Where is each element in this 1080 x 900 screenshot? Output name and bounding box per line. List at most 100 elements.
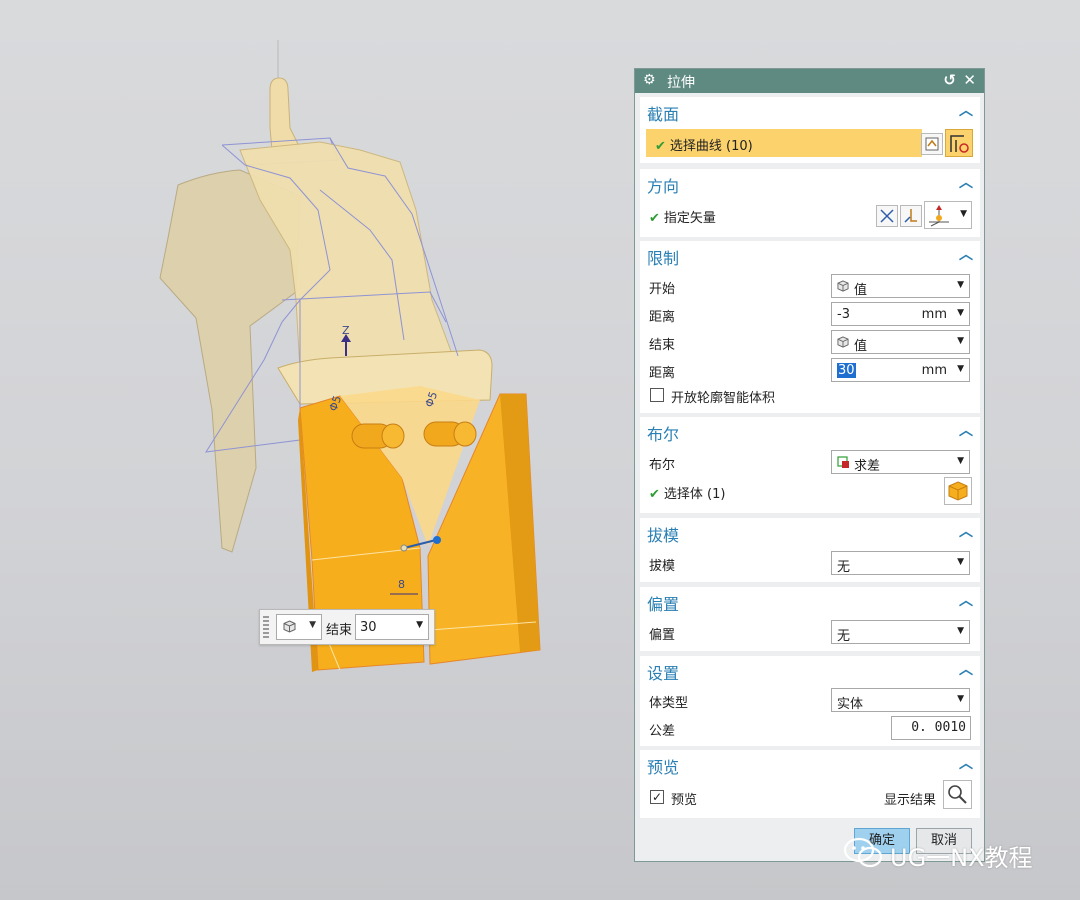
curve-icon — [950, 135, 969, 153]
offset-row: 偏置 无 ▼ — [640, 618, 980, 646]
offset-select[interactable]: 无 ▼ — [831, 620, 970, 644]
section-header[interactable]: 截面 ︿ — [640, 97, 980, 124]
cube-icon — [837, 336, 849, 348]
collapse-icon[interactable]: ︿ — [959, 659, 973, 679]
cube-icon — [837, 280, 849, 292]
preview-row: ✓ 预览 显示结果 — [650, 790, 937, 808]
end-value-input[interactable]: 30 ▼ — [355, 614, 429, 640]
end-row: 结束 值 ▼ — [640, 328, 980, 356]
draft-header[interactable]: 拔模 ︿ — [640, 518, 980, 545]
open-profile-checkbox[interactable] — [650, 388, 664, 402]
watermark: UG一NX教程 — [842, 836, 1033, 872]
draft-select[interactable]: 无 ▼ — [831, 551, 970, 575]
offset-header[interactable]: 偏置 ︿ — [640, 587, 980, 614]
sketch-icon — [925, 137, 939, 151]
collapse-icon[interactable]: ︿ — [959, 590, 973, 610]
end-label: 结束 — [326, 623, 353, 638]
z-axis-label: Z — [342, 324, 350, 337]
direction-group: 方向 ︿ ✔ 指定矢量 ▼ — [640, 169, 980, 237]
end-distance-input[interactable]: 30 mm ▼ — [831, 358, 970, 382]
section-group: 截面 ︿ ✔ 选择曲线 (10) — [640, 97, 980, 163]
vector-dialog-button[interactable] — [900, 205, 922, 227]
gear-icon: ⚙ — [643, 72, 656, 88]
cube-icon — [283, 620, 296, 633]
select-body-button[interactable] — [944, 477, 972, 505]
chevron-down-icon[interactable]: ▼ — [957, 364, 964, 374]
preview-checkbox[interactable]: ✓ — [650, 790, 664, 804]
dialog-title-bar[interactable]: ⚙ 拉伸 ↺ ✕ — [635, 69, 984, 93]
draft-row: 拔模 无 ▼ — [640, 549, 980, 577]
chevron-down-icon[interactable]: ▼ — [416, 620, 423, 630]
solid-body-icon — [948, 481, 968, 501]
chevron-down-icon: ▼ — [960, 209, 967, 219]
reverse-direction-button[interactable] — [876, 205, 898, 227]
select-curve-row[interactable]: ✔ 选择曲线 (10) — [646, 129, 922, 157]
offset-group: 偏置 ︿ 偏置 无 ▼ — [640, 587, 980, 651]
reverse-direction-icon — [880, 209, 894, 223]
drag-handle[interactable] — [433, 536, 441, 544]
start-distance-row: 距离 -3 mm ▼ — [640, 300, 980, 328]
subtract-icon — [837, 456, 849, 468]
value-type-dropdown[interactable]: ▼ — [276, 614, 322, 640]
chevron-down-icon: ▼ — [957, 280, 964, 290]
boolean-group: 布尔 ︿ 布尔 求差 ▼ ✔ 选择体 (1) — [640, 417, 980, 513]
dialog-title: 拉伸 — [667, 75, 695, 91]
tolerance-input[interactable]: 0. 0010 — [891, 716, 971, 740]
drag-grip[interactable] — [263, 616, 269, 638]
start-type-select[interactable]: 值 ▼ — [831, 274, 970, 298]
vector-type-dropdown[interactable]: ▼ — [924, 201, 972, 229]
limits-header[interactable]: 限制 ︿ — [640, 241, 980, 268]
vector-icon — [904, 209, 917, 223]
collapse-icon[interactable]: ︿ — [959, 420, 973, 440]
axis-vector-icon — [929, 205, 949, 227]
body-type-row: 体类型 实体 ▼ — [640, 686, 980, 714]
chevron-down-icon: ▼ — [957, 456, 964, 466]
limits-group: 限制 ︿ 开始 值 ▼ 距离 -3 mm ▼ 结束 值 ▼ 距离 30 mm ▼… — [640, 241, 980, 413]
close-icon[interactable]: ✕ — [963, 71, 976, 89]
chevron-down-icon: ▼ — [957, 694, 964, 704]
end-distance-row: 距离 30 mm ▼ — [640, 356, 980, 384]
open-profile-row: 开放轮廓智能体积 — [640, 382, 980, 410]
tolerance-row: 公差 0. 0010 — [640, 714, 980, 742]
direction-header[interactable]: 方向 ︿ — [640, 169, 980, 196]
dimension-bottom: 8 — [398, 578, 405, 591]
check-icon: ✔ — [655, 139, 666, 154]
check-icon: ✔ — [649, 211, 660, 226]
handle-origin — [400, 544, 408, 552]
onscreen-input-bar[interactable]: ▼ 结束 30 ▼ — [259, 609, 435, 645]
end-type-select[interactable]: 值 ▼ — [831, 330, 970, 354]
collapse-icon[interactable]: ︿ — [959, 244, 973, 264]
curve-button[interactable] — [945, 129, 973, 157]
collapse-icon[interactable]: ︿ — [959, 753, 973, 773]
settings-header[interactable]: 设置 ︿ — [640, 656, 980, 683]
sketch-section-button[interactable] — [921, 133, 943, 155]
chevron-down-icon: ▼ — [957, 336, 964, 346]
magnifier-icon — [948, 785, 967, 804]
wechat-icon — [843, 837, 883, 868]
hook-tab — [269, 77, 301, 151]
select-body-row: ✔ 选择体 (1) — [649, 487, 726, 502]
extrude-dialog: ⚙ 拉伸 ↺ ✕ 截面 ︿ ✔ 选择曲线 (10) 方向 ︿ ✔ 指定矢量 ▼ … — [634, 68, 985, 862]
collapse-icon[interactable]: ︿ — [959, 100, 973, 120]
show-result-label: 显示结果 — [884, 793, 937, 808]
preview-header[interactable]: 预览 ︿ — [640, 750, 980, 777]
chevron-down-icon: ▼ — [309, 620, 316, 630]
collapse-icon[interactable]: ︿ — [959, 521, 973, 541]
collapse-icon[interactable]: ︿ — [959, 172, 973, 192]
boolean-header[interactable]: 布尔 ︿ — [640, 417, 980, 444]
chevron-down-icon[interactable]: ▼ — [957, 308, 964, 318]
chevron-down-icon: ▼ — [957, 626, 964, 636]
boolean-select[interactable]: 求差 ▼ — [831, 450, 970, 474]
boolean-row: 布尔 求差 ▼ — [640, 448, 980, 476]
start-row: 开始 值 ▼ — [640, 272, 980, 300]
show-result-button[interactable] — [943, 780, 972, 809]
body-type-select[interactable]: 实体 ▼ — [831, 688, 970, 712]
preview-group: 预览 ︿ ✓ 预览 显示结果 — [640, 750, 980, 818]
watermark-text: UG一NX教程 — [890, 844, 1033, 872]
draft-group: 拔模 ︿ 拔模 无 ▼ — [640, 518, 980, 582]
check-icon: ✔ — [649, 487, 660, 502]
chevron-down-icon: ▼ — [957, 557, 964, 567]
reset-icon[interactable]: ↺ — [943, 71, 956, 89]
settings-group: 设置 ︿ 体类型 实体 ▼ 公差 0. 0010 — [640, 656, 980, 746]
start-distance-input[interactable]: -3 mm ▼ — [831, 302, 970, 326]
